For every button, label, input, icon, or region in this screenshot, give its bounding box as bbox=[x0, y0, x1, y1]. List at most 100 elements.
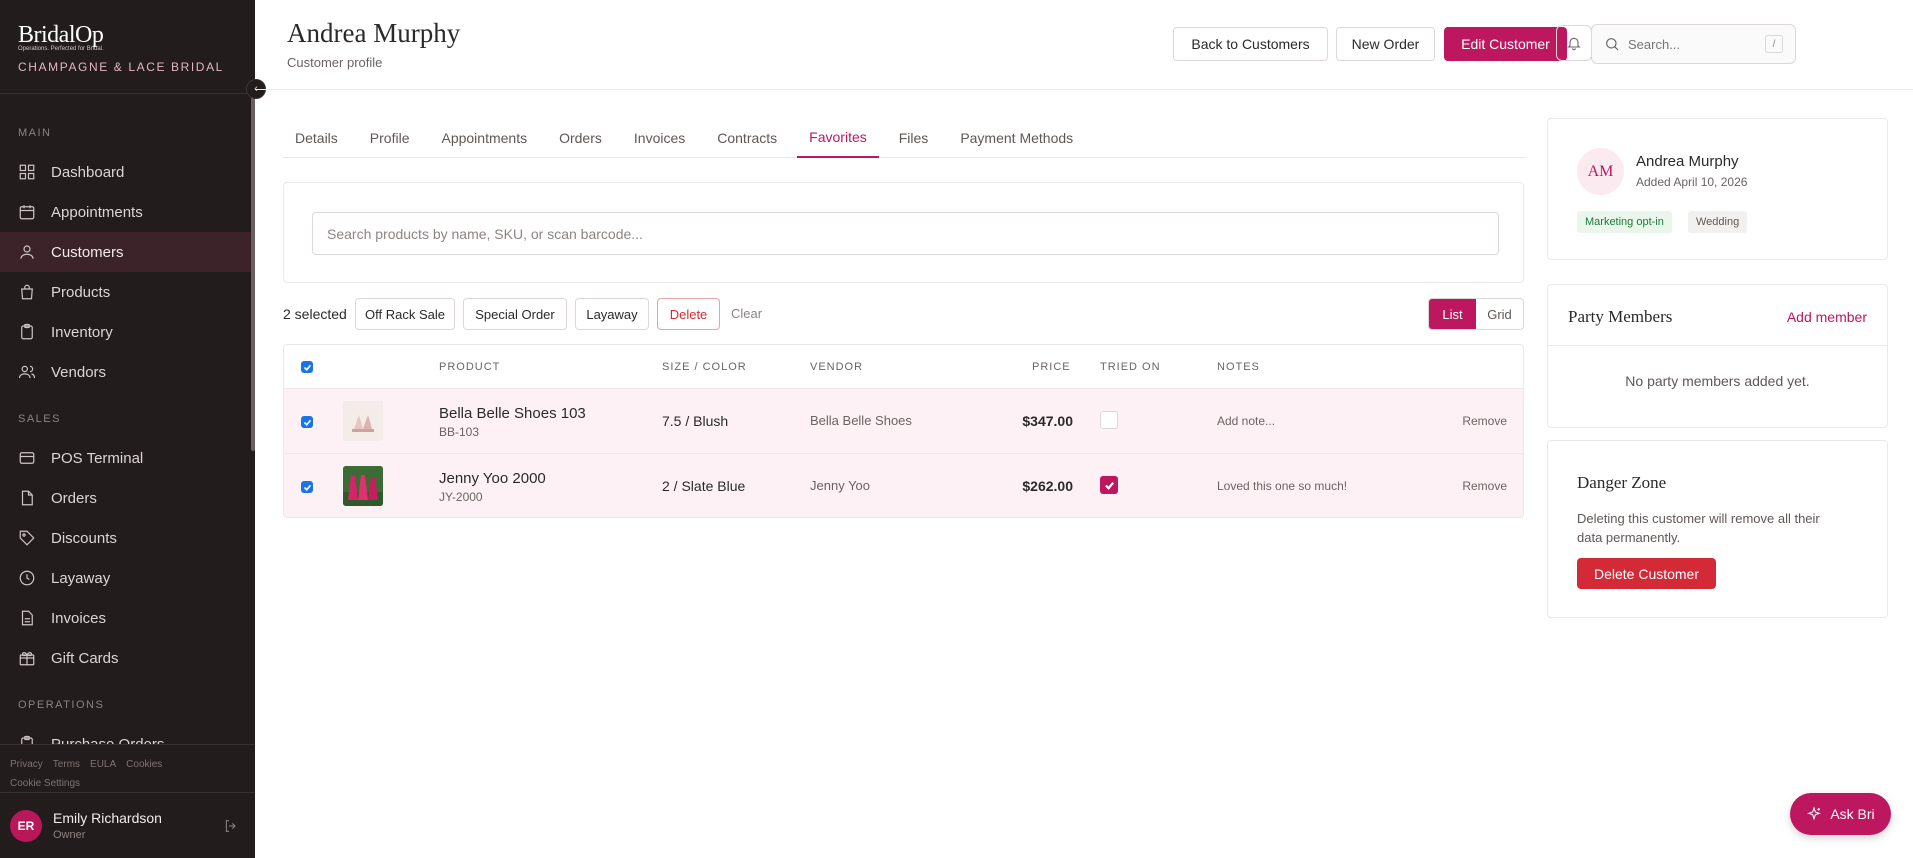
sidebar-item-label: Dashboard bbox=[51, 163, 125, 181]
sidebar-item-discounts[interactable]: Discounts bbox=[0, 518, 251, 558]
sidebar-item-gift-cards[interactable]: Gift Cards bbox=[0, 638, 251, 678]
tab-profile[interactable]: Profile bbox=[358, 118, 422, 158]
danger-zone-title: Danger Zone bbox=[1577, 473, 1667, 492]
party-members-title: Party Members bbox=[1568, 307, 1673, 326]
edit-customer-button[interactable]: Edit Customer bbox=[1444, 27, 1567, 61]
user-profile[interactable]: ER Emily Richardson Owner bbox=[0, 792, 255, 858]
page-header: Andrea Murphy Customer profile Back to C… bbox=[255, 0, 1913, 90]
sidebar-item-label: POS Terminal bbox=[51, 449, 144, 467]
tab-files[interactable]: Files bbox=[887, 118, 941, 158]
terminal-icon bbox=[19, 452, 35, 464]
note-input[interactable]: Loved this one so much! bbox=[1217, 479, 1347, 493]
tab-invoices[interactable]: Invoices bbox=[622, 118, 697, 158]
product-size-color: 7.5 / Blush bbox=[662, 413, 729, 429]
new-order-button[interactable]: New Order bbox=[1336, 27, 1435, 61]
sidebar-item-pos-terminal[interactable]: POS Terminal bbox=[0, 438, 251, 478]
bag-icon bbox=[21, 284, 33, 300]
user-icon bbox=[20, 245, 34, 259]
search-icon bbox=[1606, 38, 1619, 51]
user-name: Emily Richardson bbox=[53, 810, 162, 826]
customer-added-date: Added April 10, 2026 bbox=[1636, 175, 1748, 189]
col-price: PRICE bbox=[1032, 361, 1071, 373]
sidebar-item-dashboard[interactable]: Dashboard bbox=[0, 152, 251, 192]
sidebar-item-vendors[interactable]: Vendors bbox=[0, 352, 251, 392]
tried-on-checkbox[interactable] bbox=[1100, 476, 1118, 494]
col-vendor: VENDOR bbox=[810, 361, 864, 373]
cookies-link[interactable]: Cookies bbox=[126, 759, 162, 770]
customer-name: Andrea Murphy bbox=[1636, 153, 1739, 170]
check-icon bbox=[303, 484, 311, 491]
add-member-button[interactable]: Add member bbox=[1787, 309, 1867, 325]
tab-appointments[interactable]: Appointments bbox=[429, 118, 539, 158]
tag-icon bbox=[19, 530, 35, 546]
customer-summary-card: AM Andrea Murphy Added April 10, 2026 Ma… bbox=[1547, 118, 1888, 260]
sidebar-item-label: Customers bbox=[51, 243, 124, 261]
sidebar-item-customers[interactable]: Customers bbox=[0, 232, 251, 272]
tab-orders[interactable]: Orders bbox=[547, 118, 614, 158]
clear-selection-button[interactable]: Clear bbox=[731, 306, 762, 321]
notifications-button[interactable] bbox=[1556, 25, 1592, 61]
product-price: $262.00 bbox=[1022, 478, 1073, 494]
tried-on-checkbox[interactable] bbox=[1100, 411, 1118, 429]
shoes-image bbox=[343, 401, 383, 441]
brand-logo[interactable]: BridalOp bbox=[18, 22, 237, 48]
grid-view-button[interactable]: Grid bbox=[1476, 299, 1523, 329]
customer-tabs: Details Profile Appointments Orders Invo… bbox=[283, 118, 1526, 158]
search-input[interactable] bbox=[1628, 36, 1758, 52]
sidebar-item-invoices[interactable]: Invoices bbox=[0, 598, 251, 638]
tab-favorites[interactable]: Favorites bbox=[797, 118, 879, 158]
sidebar-item-orders[interactable]: Orders bbox=[0, 478, 251, 518]
tab-details[interactable]: Details bbox=[283, 118, 350, 158]
delete-button[interactable]: Delete bbox=[657, 298, 720, 330]
sidebar-item-inventory[interactable]: Inventory bbox=[0, 312, 251, 352]
avatar: ER bbox=[10, 809, 42, 842]
table-row[interactable]: Jenny Yoo 2000 JY-2000 2 / Slate Blue Je… bbox=[284, 454, 1523, 517]
sidebar-scrollbar[interactable] bbox=[251, 96, 255, 451]
list-view-button[interactable]: List bbox=[1429, 299, 1476, 329]
back-to-customers-button[interactable]: Back to Customers bbox=[1173, 27, 1328, 61]
terms-link[interactable]: Terms bbox=[53, 759, 80, 770]
danger-zone-text: Deleting this customer will remove all t… bbox=[1577, 511, 1820, 545]
brand: BridalOp Operations. Perfected for Brida… bbox=[0, 0, 255, 94]
row-checkbox[interactable] bbox=[301, 416, 313, 428]
sidebar-item-products[interactable]: Products bbox=[0, 272, 251, 312]
sidebar-item-appointments[interactable]: Appointments bbox=[0, 192, 251, 232]
select-all-checkbox[interactable] bbox=[301, 361, 313, 373]
remove-button[interactable]: Remove bbox=[1462, 414, 1507, 428]
off-rack-sale-button[interactable]: Off Rack Sale bbox=[355, 298, 455, 330]
logout-icon[interactable] bbox=[223, 818, 239, 834]
users-icon bbox=[18, 365, 36, 379]
party-members-card: Party Members Add member No party member… bbox=[1547, 284, 1888, 428]
eula-link[interactable]: EULA bbox=[90, 759, 116, 770]
ask-bri-button[interactable]: Ask Bri bbox=[1790, 793, 1891, 835]
search-shortcut: / bbox=[1765, 35, 1783, 53]
table-header: PRODUCT SIZE / COLOR VENDOR PRICE TRIED … bbox=[284, 345, 1523, 389]
product-sku: BB-103 bbox=[439, 425, 480, 439]
calendar-icon bbox=[19, 205, 35, 220]
store-name: CHAMPAGNE & LACE BRIDAL bbox=[18, 60, 224, 74]
product-thumbnail[interactable] bbox=[343, 401, 383, 441]
remove-button[interactable]: Remove bbox=[1462, 479, 1507, 493]
sidebar-item-layaway[interactable]: Layaway bbox=[0, 558, 251, 598]
brand-tagline: Operations. Perfected for Bridal. bbox=[18, 46, 104, 52]
product-name[interactable]: Jenny Yoo 2000 bbox=[439, 470, 546, 487]
layaway-button[interactable]: Layaway bbox=[575, 298, 649, 330]
row-checkbox[interactable] bbox=[301, 481, 313, 493]
privacy-link[interactable]: Privacy bbox=[10, 759, 43, 770]
sidebar-item-label: Invoices bbox=[51, 609, 107, 627]
tab-contracts[interactable]: Contracts bbox=[705, 118, 789, 158]
check-icon bbox=[303, 364, 311, 371]
special-order-button[interactable]: Special Order bbox=[463, 298, 567, 330]
product-search-input[interactable]: Search products by name, SKU, or scan ba… bbox=[312, 212, 1499, 255]
cookie-settings-link[interactable]: Cookie Settings bbox=[10, 778, 80, 789]
col-size-color: SIZE / COLOR bbox=[662, 361, 747, 373]
sidebar-item-label: Gift Cards bbox=[51, 649, 119, 667]
party-empty-state: No party members added yet. bbox=[1625, 373, 1810, 389]
product-name[interactable]: Bella Belle Shoes 103 bbox=[439, 405, 586, 422]
table-row[interactable]: Bella Belle Shoes 103 BB-103 7.5 / Blush… bbox=[284, 389, 1523, 454]
product-thumbnail[interactable] bbox=[343, 466, 383, 506]
note-input[interactable]: Add note... bbox=[1217, 414, 1275, 428]
delete-customer-button[interactable]: Delete Customer bbox=[1577, 558, 1716, 589]
global-search[interactable]: / bbox=[1591, 24, 1796, 64]
tab-payment-methods[interactable]: Payment Methods bbox=[948, 118, 1085, 158]
